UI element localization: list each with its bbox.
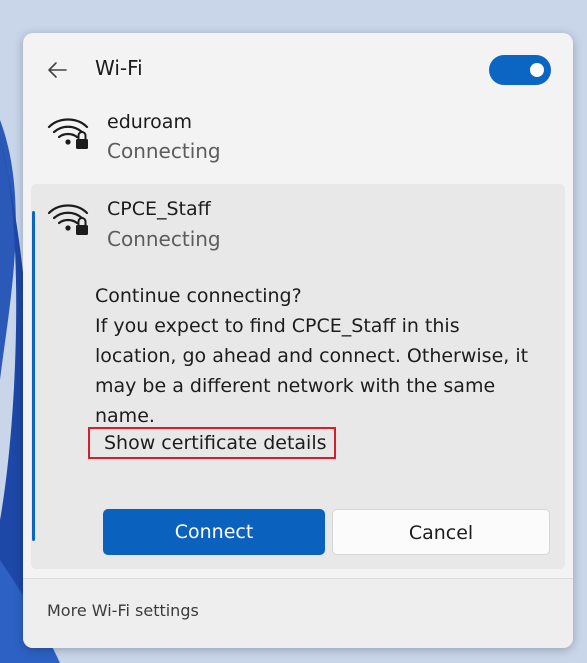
cancel-button[interactable]: Cancel (332, 509, 550, 555)
network-name: CPCE_Staff (107, 198, 211, 220)
toggle-knob (530, 63, 544, 77)
show-certificate-details-link[interactable]: Show certificate details (88, 427, 336, 459)
wifi-toggle[interactable] (489, 55, 551, 85)
wifi-secured-icon (47, 118, 89, 149)
wifi-secured-icon (47, 204, 89, 235)
network-item-eduroam[interactable]: eduroam Connecting (23, 105, 573, 175)
selection-accent-bar (32, 211, 35, 541)
prompt-line: If you expect to find CPCE_Staff in this (95, 315, 460, 337)
network-status: Connecting (107, 227, 221, 251)
flyout-footer: More Wi-Fi settings (23, 578, 573, 648)
more-wifi-settings-link[interactable]: More Wi-Fi settings (47, 601, 199, 620)
arrow-left-icon[interactable] (46, 59, 68, 81)
prompt-line: location, go ahead and connect. Otherwis… (95, 345, 529, 367)
page-title: Wi-Fi (95, 56, 143, 80)
wifi-header: Wi-Fi (23, 33, 573, 105)
prompt-line: may be a different network with the same (95, 375, 496, 397)
connect-prompt-message: Continue connecting? If you expect to fi… (95, 281, 545, 431)
connect-button[interactable]: Connect (103, 509, 325, 555)
network-item-cpce-staff-expanded: CPCE_Staff Connecting Continue connectin… (31, 184, 565, 569)
network-status: Connecting (107, 139, 221, 163)
wifi-flyout-panel: Wi-Fi eduroam Connecting CPCE_Staff Conn… (23, 33, 573, 648)
prompt-heading: Continue connecting? (95, 285, 302, 307)
network-name: eduroam (107, 111, 192, 133)
